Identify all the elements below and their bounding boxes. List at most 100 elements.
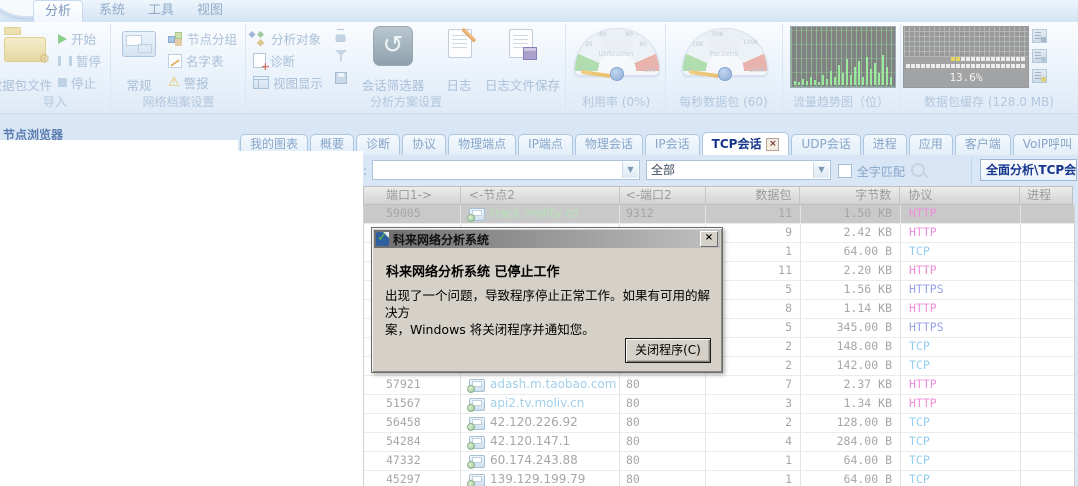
analysis-objects-button[interactable]: 分析对象 xyxy=(253,29,321,48)
pause-button[interactable]: 暂停 xyxy=(58,51,101,70)
packets-cell: 3 xyxy=(706,395,801,413)
start-button[interactable]: 开始 xyxy=(58,29,96,48)
protocol-cell: HTTPS xyxy=(901,281,1021,299)
table-row[interactable]: 54284 42.120.147.1 80 4 284.00 B TCP xyxy=(364,433,1074,452)
packet-file-icon[interactable]: ⚙ xyxy=(4,27,50,66)
packet-file-button[interactable]: 数据包文件 xyxy=(0,75,56,94)
column-header-packets[interactable]: 数据包 xyxy=(706,187,801,204)
protocol-cell: HTTP xyxy=(901,224,1021,242)
table-row[interactable]: 45297 139.129.199.79 80 1 64.00 B TCP xyxy=(364,471,1074,486)
menu-tab-system[interactable]: 系统 xyxy=(89,0,135,22)
name-table-button[interactable]: 名字表 xyxy=(168,51,224,70)
view-tab-3[interactable]: 协议 xyxy=(402,134,447,155)
view-tab-4[interactable]: 物理端点 xyxy=(448,134,517,155)
menu-tab-view[interactable]: 视图 xyxy=(187,0,233,22)
table-row[interactable]: 51567 api2.tv.moliv.cn 80 3 1.34 KB HTTP xyxy=(364,395,1074,414)
stop-button[interactable]: 停止 xyxy=(58,73,96,92)
menu-tab-analysis[interactable]: 分析 xyxy=(33,0,83,22)
beaker-tool-button[interactable] xyxy=(335,29,346,42)
tab-label: 我的图表 xyxy=(250,137,299,151)
node2-cell: track.molitv.cn xyxy=(461,205,620,223)
process-cell xyxy=(1021,414,1073,432)
buffer-save-icon[interactable] xyxy=(1032,29,1047,43)
session-filter-icon[interactable]: ↺ xyxy=(373,26,413,66)
log-file-save-icon[interactable] xyxy=(509,29,537,60)
close-icon[interactable]: × xyxy=(700,231,718,247)
view-tab-9[interactable]: UDP会话 xyxy=(791,134,861,155)
stop-icon xyxy=(58,78,67,87)
general-icon[interactable] xyxy=(122,31,156,57)
column-header-process[interactable]: 进程 xyxy=(1020,187,1072,204)
close-program-button[interactable]: 关闭程序(C) xyxy=(625,338,711,363)
tab-label: 诊断 xyxy=(366,137,391,151)
host-icon xyxy=(467,208,485,222)
log-icon[interactable] xyxy=(448,29,472,58)
view-tab-8[interactable]: TCP会话 × xyxy=(701,132,790,155)
diagnosis-button[interactable]: 诊断 xyxy=(253,51,295,73)
trend-spikes xyxy=(794,55,892,85)
group-label-utilization: 利用率 (0%) xyxy=(581,95,651,109)
table-row[interactable]: 57921 adash.m.taobao.com 80 7 2.37 KB HTTP xyxy=(364,376,1074,395)
alarm-button[interactable]: ⚠ 警报 xyxy=(168,73,209,92)
menu-tab-tools[interactable]: 工具 xyxy=(139,0,183,22)
group-label-trend: 流量趋势图（位） xyxy=(792,95,889,109)
table-row[interactable]: 59005 track.molitv.cn 9312 11 1.50 KB HTTP xyxy=(364,205,1074,224)
view-tab-13[interactable]: VoIP呼叫 xyxy=(1012,134,1078,155)
pause-icon xyxy=(58,55,72,66)
general-button[interactable]: 常规 xyxy=(114,75,164,94)
process-cell xyxy=(1021,205,1073,223)
view-tab-6[interactable]: 物理会话 xyxy=(574,134,643,155)
bytes-cell: 2.37 KB xyxy=(801,376,901,394)
session-filter-button[interactable]: 会话筛选器 xyxy=(361,75,425,94)
column-header-port2[interactable]: <-端口2 xyxy=(620,187,706,204)
name-table-icon xyxy=(168,53,182,68)
node2-cell: 60.174.243.88 xyxy=(461,452,620,470)
save-tool-button[interactable] xyxy=(335,72,347,84)
column-header-bytes[interactable]: 字节数 xyxy=(800,187,901,204)
analysis-scope-box[interactable]: 全面分析\TCP会话 xyxy=(980,159,1077,181)
filter-tool-button[interactable] xyxy=(335,50,347,61)
tab-close-icon[interactable]: × xyxy=(766,137,780,151)
log-button[interactable]: 日志 xyxy=(443,75,475,94)
view-tab-11[interactable]: 应用 xyxy=(908,134,953,155)
column-header-port1[interactable]: 端口1-> xyxy=(364,187,461,204)
view-display-button[interactable]: 视图显示 xyxy=(253,73,323,92)
search-icon[interactable] xyxy=(911,163,925,177)
buffer-lock-icon[interactable] xyxy=(1032,69,1047,83)
gauge-knob xyxy=(610,67,624,81)
diagnosis-icon xyxy=(253,53,270,73)
diamonds-icon xyxy=(253,32,267,46)
whole-word-checkbox[interactable] xyxy=(838,164,852,178)
port1-cell: 47332 xyxy=(364,452,461,470)
protocol-cell: HTTP xyxy=(901,262,1021,280)
view-tab-7[interactable]: IP会话 xyxy=(644,134,700,155)
view-tab-12[interactable]: 客户端 xyxy=(954,134,1011,155)
node-group-button[interactable]: 节点分组 xyxy=(168,29,237,48)
process-cell xyxy=(1021,300,1073,318)
column-header-node2[interactable]: <-节点2 xyxy=(461,187,620,204)
process-cell xyxy=(1021,471,1073,486)
app-logo-icon xyxy=(376,231,389,246)
filter-combo[interactable]: ▼ xyxy=(372,160,640,180)
log-file-save-button[interactable]: 日志文件保存 xyxy=(485,75,560,94)
node-group-icon xyxy=(168,32,183,45)
process-cell xyxy=(1021,319,1073,337)
process-cell xyxy=(1021,357,1073,375)
play-icon xyxy=(58,33,67,44)
host-icon xyxy=(467,436,485,450)
column-header-protocol[interactable]: 协议 xyxy=(900,187,1021,204)
dialog-titlebar[interactable]: 科来网络分析系统 × xyxy=(374,230,720,248)
buffer-export-icon[interactable] xyxy=(1032,49,1047,63)
host-icon xyxy=(467,398,485,412)
group-label-pps: 每秒数据包 (60) xyxy=(679,95,768,109)
chevron-down-icon[interactable]: ▼ xyxy=(813,162,829,178)
port1-cell: 59005 xyxy=(364,205,461,223)
bytes-cell: 128.00 B xyxy=(801,414,901,432)
table-row[interactable]: 56458 42.120.226.92 80 2 128.00 B TCP xyxy=(364,414,1074,433)
view-tab-5[interactable]: IP端点 xyxy=(518,134,573,155)
range-combo[interactable]: 全部 ▼ xyxy=(646,160,831,180)
view-tab-10[interactable]: 进程 xyxy=(862,134,907,155)
dialog-message: 出现了一个问题，导致程序停止正常工作。如果有可用的解决方 案，Windows 将… xyxy=(385,288,711,337)
table-row[interactable]: 47332 60.174.243.88 80 1 64.00 B TCP xyxy=(364,452,1074,471)
chevron-down-icon[interactable]: ▼ xyxy=(622,162,638,178)
